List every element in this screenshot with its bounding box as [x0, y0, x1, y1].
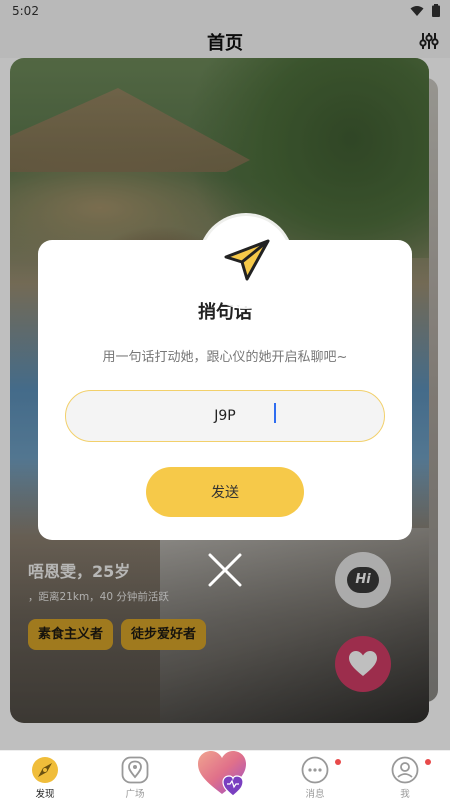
message-input[interactable]: [65, 390, 385, 442]
tab-square[interactable]: 广场: [90, 751, 180, 800]
dialog-title: 捎句话: [198, 302, 252, 323]
profile-icon: [391, 756, 419, 784]
match-heart-icon: [198, 751, 246, 797]
close-modal-button[interactable]: [201, 546, 249, 594]
close-icon: [208, 553, 242, 587]
location-pin-icon: [121, 756, 149, 784]
dialog-icon-badge: [201, 216, 291, 306]
tab-label: 我: [400, 789, 410, 800]
discover-icon: [32, 757, 58, 783]
tab-messages[interactable]: 消息: [270, 751, 360, 800]
profile-badge: [425, 759, 431, 765]
dialog-description: 用一句话打动她，跟心仪的她开启私聊吧~: [102, 350, 348, 365]
messages-badge: [335, 759, 341, 765]
text-caret: [274, 403, 276, 423]
match-center-button[interactable]: [196, 746, 254, 800]
message-icon: [301, 756, 329, 784]
paper-plane-icon: [224, 239, 270, 281]
tab-label: 消息: [305, 789, 325, 800]
tab-label: 发现: [35, 789, 55, 800]
tab-label: 广场: [125, 789, 145, 800]
tab-discover[interactable]: 发现: [0, 751, 90, 800]
send-button[interactable]: 发送: [146, 467, 304, 517]
tab-me[interactable]: 我: [360, 751, 450, 800]
